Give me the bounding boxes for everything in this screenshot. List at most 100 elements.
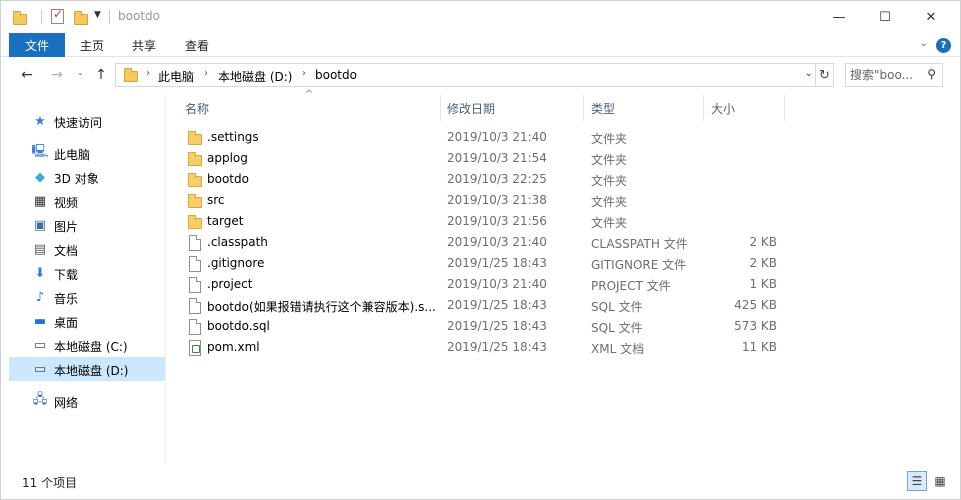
file-date: 2019/10/3 22:25 — [447, 172, 547, 186]
column-divider[interactable] — [784, 95, 785, 121]
tab-share[interactable]: 共享 — [125, 33, 163, 57]
window-title: bootdo — [118, 9, 160, 23]
column-header-name[interactable]: 名称 — [185, 93, 435, 123]
toolbar-divider — [41, 10, 42, 24]
drive-d-icon: ▭ — [33, 361, 47, 377]
sidebar-item[interactable]: 🖧 网络 — [9, 389, 165, 413]
file-type: SQL 文件 — [591, 300, 643, 314]
navigation-pane: ★ 快速访问 🖳 此电脑 ◆ 3D 对象 ▦ 视频 ▣ 图片 ▤ 文档 ⬇ 下载 ♪ 音乐 ▬ 桌面 ▭ 本地磁盘 (… — [9, 93, 165, 465]
file-row[interactable]: bootdo.sql 2019/1/25 18:43 SQL 文件 573 KB — [177, 316, 787, 337]
file-explorer-window: ▼ bootdo — ☐ ✕ 文件 主页 共享 查看 ⌄ ? ← → ⌄ ↑ ›… — [0, 0, 961, 500]
sidebar-item[interactable]: ⬇ 下载 — [9, 261, 165, 285]
xml-file-icon — [187, 340, 203, 356]
file-date: 2019/10/3 21:38 — [447, 193, 547, 207]
column-header-date[interactable]: 修改日期 — [447, 93, 577, 123]
network-icon: 🖧 — [32, 392, 48, 407]
large-icons-view-icon[interactable]: ▦ — [930, 471, 950, 491]
file-icon — [187, 235, 203, 251]
breadcrumb-this-pc[interactable]: 此电脑 — [158, 68, 194, 85]
file-row[interactable]: .classpath 2019/10/3 21:40 CLASSPATH 文件 2 K… — [177, 232, 787, 253]
sidebar-item[interactable]: ◆ 3D 对象 — [9, 165, 165, 189]
sidebar-item[interactable]: ★ 快速访问 — [9, 109, 165, 133]
details-view-icon[interactable]: ☰ — [907, 471, 927, 491]
column-divider[interactable] — [703, 95, 704, 121]
tab-file[interactable]: 文件 — [9, 33, 65, 57]
help-icon[interactable]: ? — [936, 38, 951, 53]
file-row[interactable]: src 2019/10/3 21:38 文件夹 — [177, 190, 787, 211]
new-folder-icon[interactable] — [74, 11, 88, 25]
pictures-icon: ▣ — [33, 217, 47, 233]
sidebar-item-label: 视频 — [54, 196, 79, 210]
back-arrow-icon[interactable]: ← — [17, 65, 37, 85]
sidebar-item[interactable]: ♪ 音乐 — [9, 285, 165, 309]
close-button[interactable]: ✕ — [908, 1, 954, 33]
tab-home[interactable]: 主页 — [73, 33, 111, 57]
address-bar[interactable]: › 此电脑 › 本地磁盘 (D:) › bootdo ⌄ — [115, 63, 816, 87]
sidebar-item[interactable]: ▭ 本地磁盘 (C:) — [9, 333, 165, 357]
navigation-bar: ← → ⌄ ↑ › 此电脑 › 本地磁盘 (D:) › bootdo ⌄ ↻ ⚲ — [1, 59, 960, 91]
file-type: CLASSPATH 文件 — [591, 237, 688, 251]
recent-locations-chevron-icon[interactable]: ⌄ — [77, 68, 84, 77]
file-type: SQL 文件 — [591, 321, 643, 335]
refresh-icon[interactable]: ↻ — [816, 63, 834, 87]
file-size: 2 KB — [749, 256, 777, 270]
file-size: 425 KB — [734, 298, 777, 312]
sidebar-item-label: 音乐 — [54, 292, 79, 306]
up-arrow-icon[interactable]: ↑ — [91, 65, 111, 85]
column-header-size[interactable]: 大小 — [711, 93, 771, 123]
search-input[interactable] — [850, 67, 920, 83]
sidebar-item-label: 桌面 — [54, 316, 79, 330]
file-icon-shape — [189, 235, 201, 251]
properties-icon[interactable] — [51, 7, 64, 24]
file-row[interactable]: bootdo 2019/10/3 22:25 文件夹 — [177, 169, 787, 190]
status-bar: 11 个项目 ☰ ▦ — [1, 467, 960, 497]
file-date: 2019/10/3 21:40 — [447, 130, 547, 144]
file-name: bootdo — [207, 172, 249, 186]
search-icon[interactable]: ⚲ — [927, 67, 936, 81]
file-row[interactable]: bootdo(如果报错请执行这个兼容版本).s... 2019/1/25 18:4… — [177, 295, 787, 316]
3d-objects-icon: ◆ — [35, 169, 45, 185]
file-row[interactable]: applog 2019/10/3 21:54 文件夹 — [177, 148, 787, 169]
file-row[interactable]: .settings 2019/10/3 21:40 文件夹 — [177, 127, 787, 148]
folder-icon — [187, 151, 203, 167]
file-type: XML 文档 — [591, 342, 645, 356]
tab-view[interactable]: 查看 — [178, 33, 216, 57]
drive-c-icon: ▭ — [33, 337, 47, 353]
breadcrumb-drive-d[interactable]: 本地磁盘 (D:) — [218, 68, 292, 85]
file-type: PROJECT 文件 — [591, 279, 671, 293]
address-dropdown-chevron-icon[interactable]: ⌄ — [805, 68, 813, 79]
file-date: 2019/1/25 18:43 — [447, 319, 547, 333]
folder-icon — [187, 130, 203, 146]
quick-access-toolbar-dropdown-icon[interactable]: ▼ — [94, 10, 101, 20]
column-header-type[interactable]: 类型 — [591, 93, 691, 123]
search-box[interactable]: ⚲ — [845, 63, 943, 87]
breadcrumb-separator-icon[interactable]: › — [204, 68, 208, 79]
sidebar-item[interactable]: ▤ 文档 — [9, 237, 165, 261]
sidebar-item[interactable]: ▭ 本地磁盘 (D:) — [9, 357, 165, 381]
sidebar-item[interactable]: 🖳 此电脑 — [9, 141, 165, 165]
documents-icon: ▤ — [33, 241, 47, 257]
sidebar-item[interactable]: ▦ 视频 — [9, 189, 165, 213]
minimize-button[interactable]: — — [816, 1, 862, 33]
column-divider[interactable] — [583, 95, 584, 121]
file-size: 1 KB — [749, 277, 777, 291]
music-icon: ♪ — [35, 289, 45, 305]
expand-ribbon-chevron-icon[interactable]: ⌄ — [920, 38, 928, 49]
column-divider[interactable] — [440, 95, 441, 121]
breadcrumb-separator-icon[interactable]: › — [302, 68, 306, 79]
maximize-button[interactable]: ☐ — [862, 1, 908, 33]
file-row[interactable]: target 2019/10/3 21:56 文件夹 — [177, 211, 787, 232]
file-date: 2019/10/3 21:56 — [447, 214, 547, 228]
file-row[interactable]: .project 2019/10/3 21:40 PROJECT 文件 1 KB — [177, 274, 787, 295]
file-row[interactable]: pom.xml 2019/1/25 18:43 XML 文档 11 KB — [177, 337, 787, 358]
file-icon — [187, 277, 203, 293]
file-name: src — [207, 193, 225, 207]
forward-arrow-icon[interactable]: → — [47, 65, 67, 85]
pane-divider[interactable] — [165, 93, 166, 465]
breadcrumb-separator-icon[interactable]: › — [146, 68, 150, 79]
breadcrumb-bootdo[interactable]: bootdo — [315, 68, 357, 82]
sidebar-item[interactable]: ▬ 桌面 — [9, 309, 165, 333]
folder-icon-shape — [188, 194, 202, 208]
file-row[interactable]: .gitignore 2019/1/25 18:43 GITIGNORE 文件 2 K… — [177, 253, 787, 274]
sidebar-item[interactable]: ▣ 图片 — [9, 213, 165, 237]
